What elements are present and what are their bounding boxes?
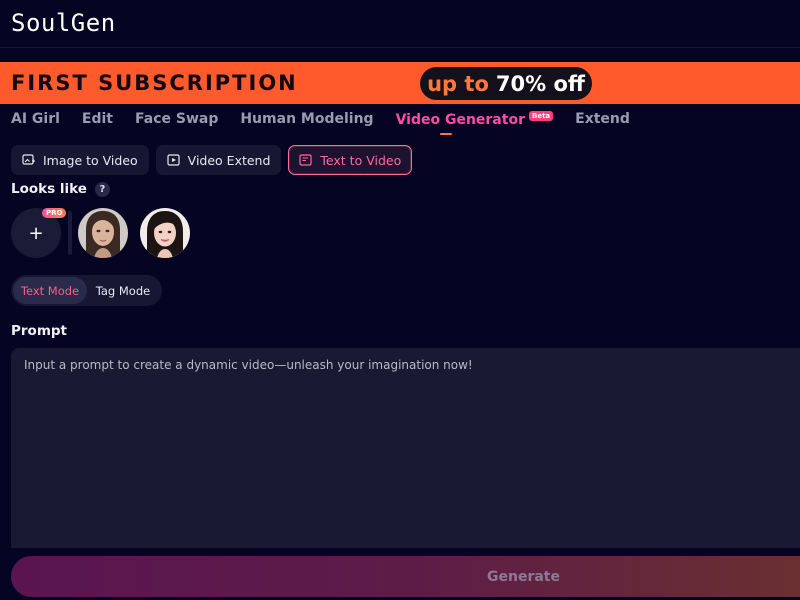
nav-tab-human-modeling[interactable]: Human Modeling <box>240 111 373 127</box>
video-extend-button[interactable]: Video Extend <box>155 145 282 175</box>
help-icon[interactable]: ? <box>94 181 110 197</box>
nav-tab-extend[interactable]: Extend <box>575 111 630 127</box>
text-video-icon <box>299 154 313 166</box>
looks-like-heading: Looks like ? <box>11 181 110 197</box>
subtab-label: Text to Video <box>320 152 402 168</box>
face-avatar-2[interactable] <box>140 208 190 258</box>
nav-tab-label: Edit <box>81 111 113 127</box>
prompt-panel <box>11 348 800 548</box>
nav-tab-label: Face Swap <box>135 111 219 127</box>
face-portrait-1 <box>78 208 128 258</box>
subtab-label: Video Extend <box>187 152 271 168</box>
discount-pill[interactable]: up to 70% off <box>420 67 592 100</box>
looks-like-label: Looks like <box>11 181 87 197</box>
video-icon <box>167 154 180 166</box>
generate-button[interactable]: Generate <box>11 556 800 597</box>
beta-badge: Beta <box>528 110 554 121</box>
pro-badge: PRO <box>42 208 67 218</box>
prompt-label: Prompt <box>11 323 68 339</box>
image-icon <box>22 154 35 165</box>
nav-tab-edit[interactable]: Edit <box>82 111 113 127</box>
text-mode-option[interactable]: Text Mode <box>13 277 87 304</box>
nav-tab-label: Extend <box>575 111 630 127</box>
discount-value: 70% off <box>495 71 585 96</box>
app-logo[interactable]: SoulGen <box>11 9 116 37</box>
avatar-divider <box>68 211 72 255</box>
discount-prefix: up to <box>427 71 489 96</box>
nav-tab-label: Human Modeling <box>240 111 374 127</box>
header: SoulGen <box>0 0 800 48</box>
generate-label: Generate <box>487 568 560 585</box>
nav-tab-label: AI Girl <box>11 111 60 127</box>
prompt-input[interactable] <box>24 358 798 538</box>
nav-tab-face-swap[interactable]: Face Swap <box>135 111 218 127</box>
subtab-label: Image to Video <box>43 152 138 168</box>
nav-tab-label: Video Generator <box>395 111 525 128</box>
nav-tab-ai-girl[interactable]: AI Girl <box>11 111 60 127</box>
generator-mode-tabs: Image to Video Video Extend Text to Vide… <box>11 145 413 175</box>
banner-title: FIRST SUBSCRIPTION <box>11 71 298 95</box>
face-avatar-1[interactable] <box>78 208 128 258</box>
prompt-mode-toggle: Text Mode Tag Mode <box>11 275 162 306</box>
page: SoulGen FIRST SUBSCRIPTION up to 70% off… <box>0 0 800 600</box>
tag-mode-option[interactable]: Tag Mode <box>87 277 159 304</box>
main-nav: AI Girl Edit Face Swap Human Modeling Vi… <box>11 107 652 135</box>
face-portrait-2 <box>140 208 190 258</box>
image-to-video-button[interactable]: Image to Video <box>11 145 149 175</box>
text-to-video-button[interactable]: Text to Video <box>288 145 413 175</box>
plus-icon: + <box>28 222 44 244</box>
promo-banner[interactable]: FIRST SUBSCRIPTION up to 70% off <box>0 62 800 104</box>
nav-tab-video-generator[interactable]: Video Generator Beta <box>395 110 554 135</box>
